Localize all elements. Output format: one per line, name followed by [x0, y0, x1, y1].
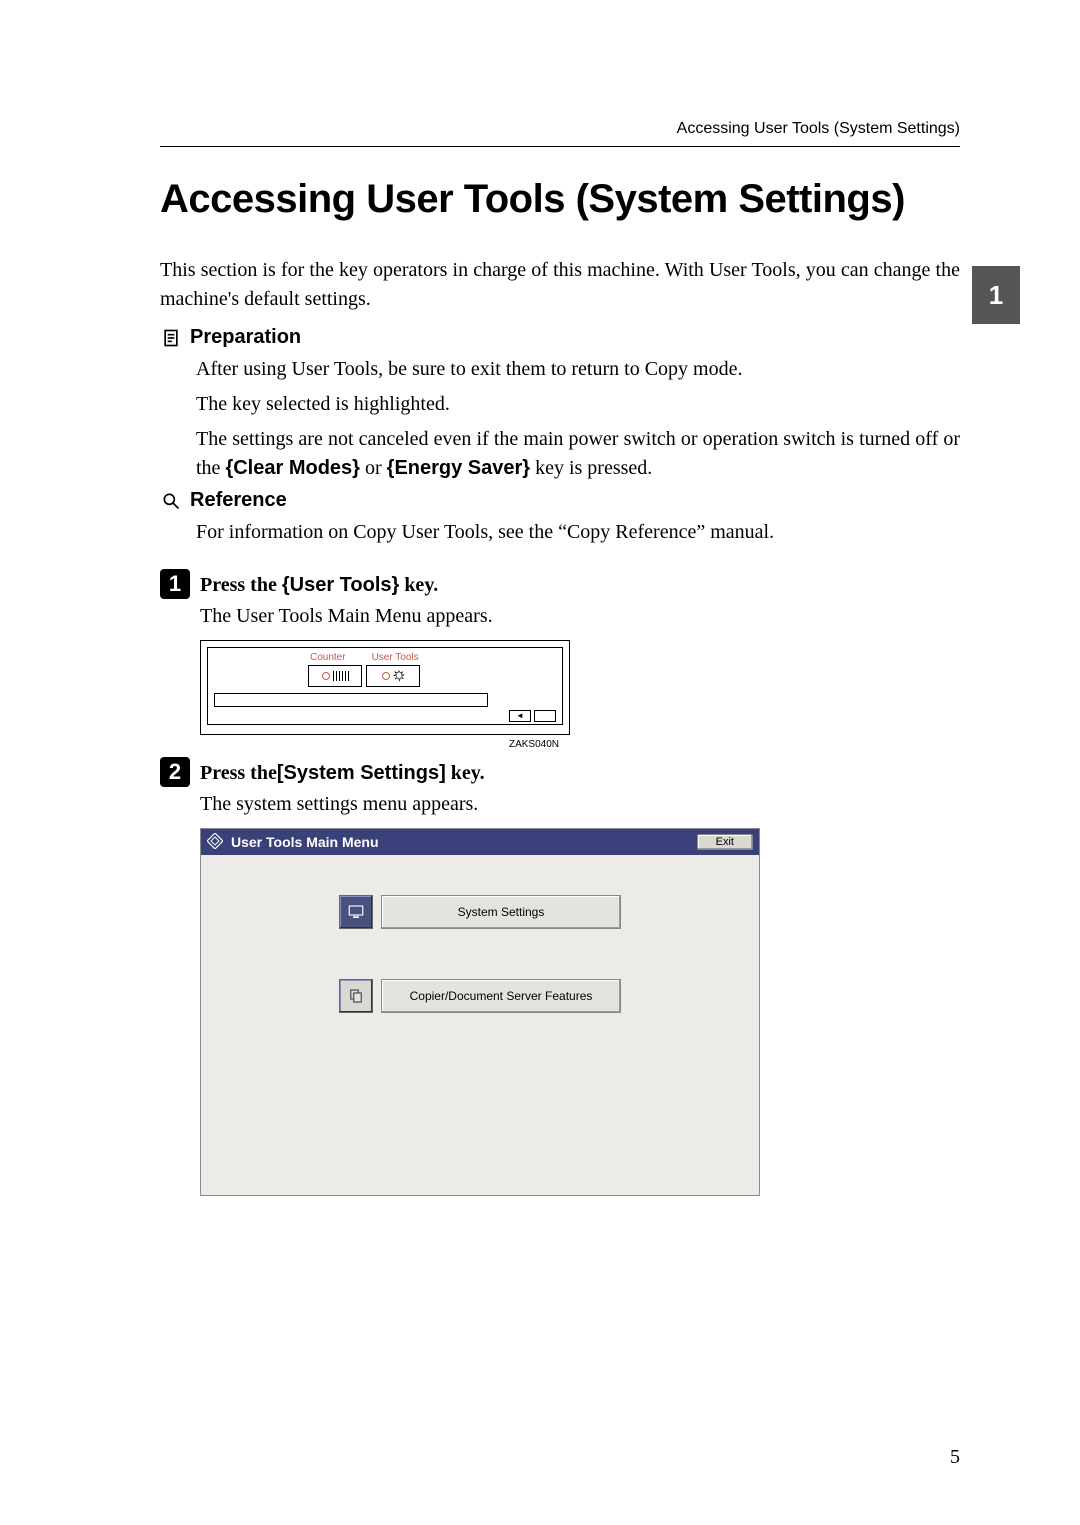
panel-label-usertools: User Tools [372, 652, 419, 663]
energy-saver-key: Energy Saver [394, 457, 522, 479]
step2-suffix: key. [446, 762, 485, 784]
search-icon [160, 490, 182, 512]
page-title: Accessing User Tools (System Settings) [160, 177, 960, 222]
prep-between: or [360, 457, 387, 479]
step1-suffix: key. [399, 574, 438, 596]
screenshot-titlebar: User Tools Main Menu Exit [201, 829, 759, 855]
chapter-tab: 1 [972, 266, 1020, 324]
reference-text: For information on Copy User Tools, see … [196, 518, 960, 547]
panel-label-counter: Counter [310, 652, 346, 663]
counter-button [308, 665, 362, 687]
prep-line-1: After using User Tools, be sure to exit … [196, 355, 960, 384]
step2-prefix: Press the [200, 762, 277, 784]
system-settings-button[interactable]: System Settings [381, 895, 621, 929]
screenshot-body: System Settings Copier/Document Server F… [201, 855, 759, 1195]
page-number: 5 [950, 1446, 960, 1469]
step1-prefix: Press the [200, 574, 282, 596]
prep-suffix: key is pressed. [530, 457, 652, 479]
copier-features-icon-button[interactable] [339, 979, 373, 1013]
user-tools-key: User Tools [290, 574, 392, 596]
panel-code: ZAKS040N [509, 739, 559, 750]
reference-heading-row: Reference [160, 489, 960, 512]
step-1-sub: The User Tools Main Menu appears. [200, 605, 960, 628]
diamond-icon [207, 833, 223, 852]
running-header: Accessing User Tools (System Settings) [160, 120, 960, 138]
step-2-number: 2 [160, 757, 190, 787]
preparation-heading: Preparation [190, 326, 301, 349]
copier-document-server-features-button[interactable]: Copier/Document Server Features [381, 979, 621, 1013]
panel-slot [214, 693, 488, 707]
step-1-number: 1 [160, 569, 190, 599]
header-rule [160, 146, 960, 147]
note-icon [160, 327, 182, 349]
panel-corner-left: ◄ [509, 710, 531, 722]
user-tools-main-menu-screenshot: User Tools Main Menu Exit System Setting… [200, 828, 760, 1196]
preparation-heading-row: Preparation [160, 326, 960, 349]
exit-button[interactable]: Exit [697, 834, 753, 850]
screenshot-title: User Tools Main Menu [231, 834, 379, 850]
prep-line-2: The key selected is highlighted. [196, 390, 960, 419]
clear-modes-key: Clear Modes [233, 457, 352, 479]
control-panel-illustration: Counter User Tools ◄ ZAKS040N [200, 640, 570, 735]
step-2-text: Press the[System Settings] key. [200, 762, 485, 785]
step-2-sub: The system settings menu appears. [200, 793, 960, 816]
user-tools-button [366, 665, 420, 687]
reference-heading: Reference [190, 489, 287, 512]
step-1: 1 Press the {User Tools} key. [160, 569, 960, 599]
system-settings-icon-button[interactable] [339, 895, 373, 929]
prep-settings-line: The settings are not canceled even if th… [196, 425, 960, 483]
step-2: 2 Press the[System Settings] key. [160, 757, 960, 787]
panel-corner-right [534, 710, 556, 722]
intro-paragraph: This section is for the key operators in… [160, 256, 960, 314]
system-settings-key: [System Settings] [277, 762, 446, 784]
step-1-text: Press the {User Tools} key. [200, 574, 438, 597]
